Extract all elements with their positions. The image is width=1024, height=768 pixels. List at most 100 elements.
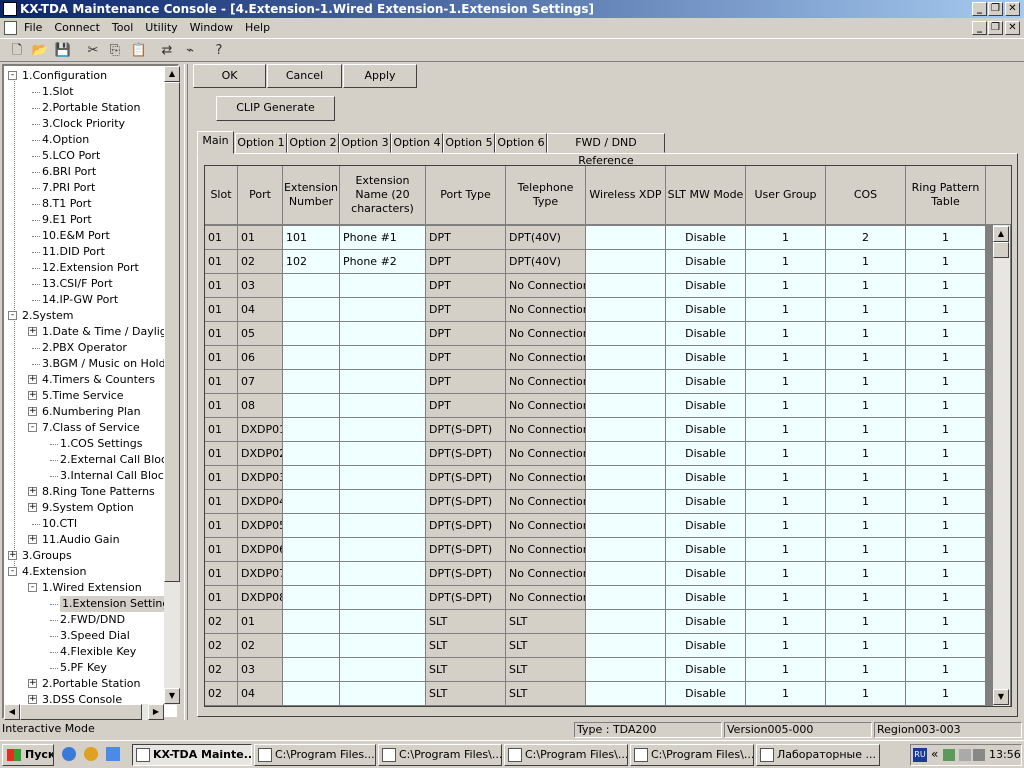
taskbar-button[interactable]: Лабораторные ... <box>756 744 880 766</box>
tree-scroll-thumb[interactable] <box>164 82 180 582</box>
tree-item[interactable]: 1.Slot <box>42 84 74 100</box>
tree-item[interactable]: 1.Date & Time / Daylight S <box>42 324 177 340</box>
tab-option-4[interactable]: Option 4 <box>391 133 443 153</box>
clock[interactable]: 13:56 <box>989 748 1021 761</box>
tree-item[interactable]: 11.DID Port <box>42 244 105 260</box>
tree-item[interactable]: 7.PRI Port <box>42 180 95 196</box>
language-indicator[interactable]: RU <box>913 748 927 762</box>
tree-item[interactable]: 3.Clock Priority <box>42 116 125 132</box>
tree-expander-icon[interactable]: - <box>8 567 17 576</box>
tree-expander-icon[interactable]: - <box>28 583 37 592</box>
ok-button[interactable]: OK <box>193 64 266 88</box>
tree-expander-icon[interactable]: + <box>28 535 37 544</box>
tree-expander-icon[interactable]: + <box>28 327 37 336</box>
tree-item[interactable]: 1.Configuration <box>22 68 107 84</box>
new-icon[interactable]: 🗋 <box>8 42 26 60</box>
tree-item[interactable]: 9.System Option <box>42 500 134 516</box>
ie-icon[interactable] <box>62 747 76 761</box>
tree-item[interactable]: 4.Flexible Key <box>60 644 136 660</box>
tree-item[interactable]: 4.Option <box>42 132 89 148</box>
tree-item[interactable]: 12.Extension Port <box>42 260 139 276</box>
tree-expander-icon[interactable]: + <box>28 503 37 512</box>
tab-option-5[interactable]: Option 5 <box>443 133 495 153</box>
child-restore-button[interactable]: ❐ <box>988 21 1003 35</box>
network-icon[interactable] <box>959 749 971 761</box>
tree-hscroll-thumb[interactable] <box>20 704 142 720</box>
tree-scroll-up-button[interactable]: ▲ <box>164 66 180 82</box>
tab-option-2[interactable]: Option 2 <box>287 133 339 153</box>
tree-item[interactable]: 14.IP-GW Port <box>42 292 118 308</box>
restore-button[interactable]: ❐ <box>988 2 1003 16</box>
tree-item[interactable]: 10.CTI <box>42 516 77 532</box>
taskbar-button[interactable]: C:\Program Files\... <box>378 744 502 766</box>
tree-expander-icon[interactable]: + <box>28 695 37 704</box>
tree-item[interactable]: 13.CSI/F Port <box>42 276 113 292</box>
minimize-button[interactable]: _ <box>972 2 987 16</box>
close-button[interactable]: ✕ <box>1005 2 1020 16</box>
tree-expander-icon[interactable]: - <box>28 423 37 432</box>
tree-item[interactable]: 2.External Call Block <box>60 452 173 468</box>
grid-scroll-down-button[interactable]: ▼ <box>993 689 1009 705</box>
tree-item[interactable]: 2.Portable Station <box>42 676 140 692</box>
apply-button[interactable]: Apply <box>343 64 417 88</box>
taskbar-button[interactable]: C:\Program Files\... <box>504 744 628 766</box>
tray-chevron-icon[interactable]: « <box>931 747 938 761</box>
tree-item[interactable]: 2.FWD/DND <box>60 612 125 628</box>
tree-item[interactable]: 8.T1 Port <box>42 196 92 212</box>
copy-icon[interactable]: ⎘ <box>106 42 124 60</box>
tree-expander-icon[interactable]: - <box>8 71 17 80</box>
splitter[interactable] <box>184 64 188 720</box>
cut-icon[interactable]: ✂ <box>84 42 102 60</box>
tree-item[interactable]: 2.System <box>22 308 74 324</box>
tree-scroll-right-button[interactable]: ▶ <box>148 704 164 720</box>
tree-scroll-left-button[interactable]: ◀ <box>4 704 20 720</box>
tree-item[interactable]: 6.Numbering Plan <box>42 404 141 420</box>
tree-item[interactable]: 2.PBX Operator <box>42 340 127 356</box>
menu-connect[interactable]: Connect <box>48 18 105 38</box>
grid-scroll-thumb[interactable] <box>993 242 1009 258</box>
grid-vscrollbar[interactable] <box>993 225 1010 706</box>
desktop-icon[interactable] <box>106 747 120 761</box>
tree-item[interactable]: 3.Groups <box>22 548 72 564</box>
tree-item[interactable]: 4.Timers & Counters <box>42 372 155 388</box>
tree-item[interactable]: 1.Wired Extension <box>42 580 142 596</box>
tab-option-3[interactable]: Option 3 <box>339 133 391 153</box>
tree-expander-icon[interactable]: + <box>28 375 37 384</box>
tree-expander-icon[interactable]: + <box>28 679 37 688</box>
tree-item[interactable]: 5.PF Key <box>60 660 107 676</box>
tree-item[interactable]: 3.Speed Dial <box>60 628 130 644</box>
tree-item[interactable]: 5.Time Service <box>42 388 124 404</box>
child-close-button[interactable]: ✕ <box>1005 21 1020 35</box>
tree-expander-icon[interactable]: + <box>8 551 17 560</box>
tree-expander-icon[interactable]: + <box>28 407 37 416</box>
tree-item[interactable]: 7.Class of Service <box>42 420 140 436</box>
grid-scroll-up-button[interactable]: ▲ <box>993 226 1009 242</box>
tab-option-6[interactable]: Option 6 <box>495 133 547 153</box>
menu-tool[interactable]: Tool <box>106 18 139 38</box>
media-player-icon[interactable] <box>84 747 98 761</box>
tab-fwd-dnd-reference[interactable]: FWD / DND Reference <box>547 133 665 167</box>
tree-item[interactable]: 4.Extension <box>22 564 87 580</box>
help-icon[interactable]: ? <box>210 42 228 60</box>
tree-item[interactable]: 8.Ring Tone Patterns <box>42 484 155 500</box>
volume-icon[interactable] <box>973 749 985 761</box>
menu-help[interactable]: Help <box>239 18 276 38</box>
taskbar-button[interactable]: KX-TDA Mainte... <box>132 744 252 766</box>
taskbar-button[interactable]: C:\Program Files... <box>254 744 376 766</box>
tree-item[interactable]: 9.E1 Port <box>42 212 92 228</box>
menu-utility[interactable]: Utility <box>139 18 183 38</box>
tree-expander-icon[interactable]: + <box>28 487 37 496</box>
tree-expander-icon[interactable]: + <box>28 391 37 400</box>
menu-window[interactable]: Window <box>184 18 239 38</box>
tree-item[interactable]: 5.LCO Port <box>42 148 100 164</box>
tree-expander-icon[interactable]: - <box>8 311 17 320</box>
start-button[interactable]: Пуск <box>2 744 54 766</box>
tree-item[interactable]: 11.Audio Gain <box>42 532 120 548</box>
tree-item[interactable]: 2.Portable Station <box>42 100 140 116</box>
menu-file[interactable]: File <box>18 18 48 38</box>
paste-icon[interactable]: 📋 <box>130 42 148 60</box>
tab-main[interactable]: Main <box>197 131 234 154</box>
tree-item[interactable]: 6.BRI Port <box>42 164 96 180</box>
disconnect-icon[interactable]: ⌁ <box>181 42 199 60</box>
taskbar-button[interactable]: C:\Program Files\... <box>630 744 754 766</box>
